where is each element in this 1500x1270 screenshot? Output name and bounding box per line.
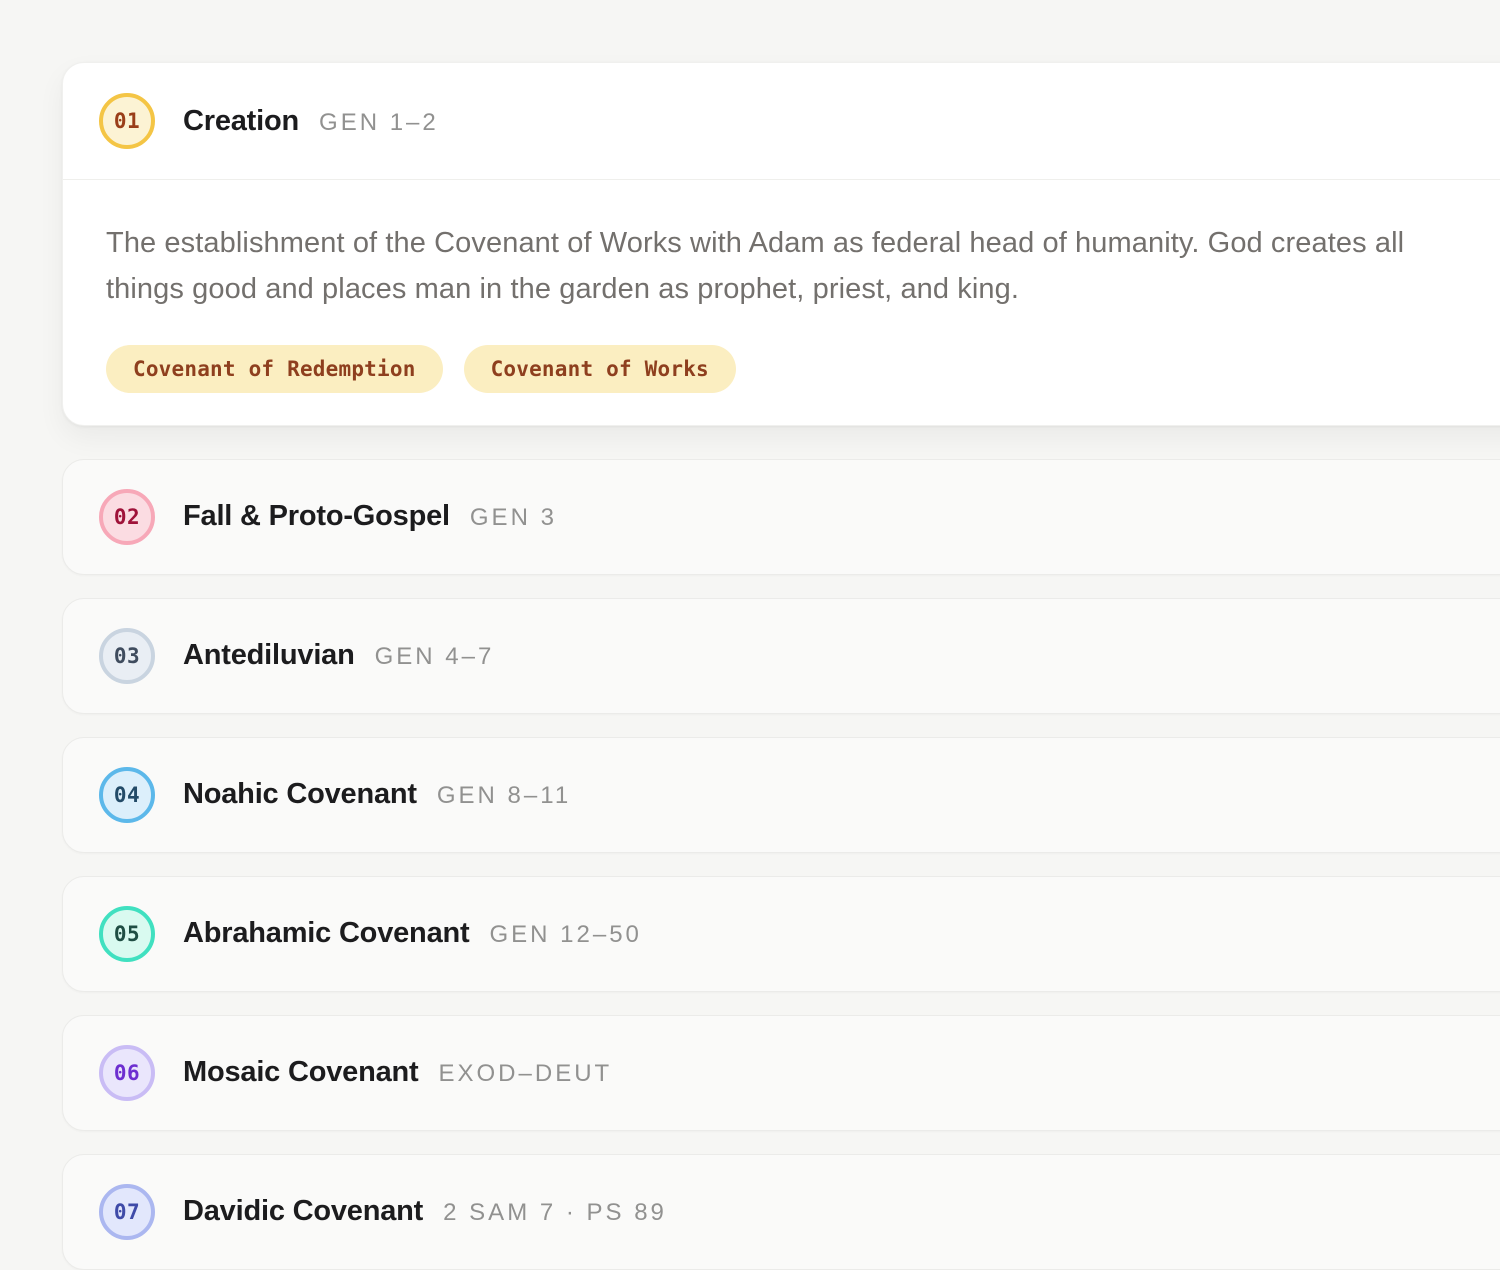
covenant-timeline-list: 01 Creation GEN 1–2 The establishment of…	[62, 62, 1500, 1270]
tag-covenant-of-redemption[interactable]: Covenant of Redemption	[106, 345, 443, 393]
scripture-ref: GEN 3	[470, 504, 557, 532]
covenant-card-antediluvian: 03 Antediluvian GEN 4–7	[62, 598, 1500, 714]
card-header[interactable]: 02 Fall & Proto-Gospel GEN 3	[63, 460, 1500, 574]
card-header[interactable]: 01 Creation GEN 1–2	[63, 63, 1500, 180]
title-row: Creation GEN 1–2	[183, 105, 439, 138]
title-row: Abrahamic Covenant GEN 12–50	[183, 917, 642, 950]
covenant-card-abrahamic: 05 Abrahamic Covenant GEN 12–50	[62, 876, 1500, 992]
covenant-card-creation: 01 Creation GEN 1–2 The establishment of…	[62, 62, 1500, 426]
number-badge: 07	[99, 1184, 155, 1240]
card-header[interactable]: 03 Antediluvian GEN 4–7	[63, 599, 1500, 713]
card-title: Noahic Covenant	[183, 778, 417, 811]
covenant-card-mosaic: 06 Mosaic Covenant EXOD–DEUT	[62, 1015, 1500, 1131]
number-badge: 04	[99, 767, 155, 823]
number-badge: 05	[99, 906, 155, 962]
number-badge: 03	[99, 628, 155, 684]
card-body: The establishment of the Covenant of Wor…	[63, 180, 1500, 425]
card-header[interactable]: 05 Abrahamic Covenant GEN 12–50	[63, 877, 1500, 991]
number-badge: 01	[99, 93, 155, 149]
scripture-ref: EXOD–DEUT	[439, 1060, 613, 1088]
scripture-ref: GEN 8–11	[437, 782, 571, 810]
card-description: The establishment of the Covenant of Wor…	[106, 220, 1461, 313]
title-row: Davidic Covenant 2 SAM 7 · PS 89	[183, 1195, 667, 1228]
scripture-ref: GEN 4–7	[375, 643, 495, 671]
card-title: Abrahamic Covenant	[183, 917, 469, 950]
number-badge: 06	[99, 1045, 155, 1101]
covenant-card-davidic: 07 Davidic Covenant 2 SAM 7 · PS 89	[62, 1154, 1500, 1270]
covenant-card-fall-proto-gospel: 02 Fall & Proto-Gospel GEN 3	[62, 459, 1500, 575]
card-header[interactable]: 07 Davidic Covenant 2 SAM 7 · PS 89	[63, 1155, 1500, 1269]
card-title: Davidic Covenant	[183, 1195, 423, 1228]
tag-covenant-of-works[interactable]: Covenant of Works	[464, 345, 736, 393]
card-title: Antediluvian	[183, 639, 355, 672]
scripture-ref: 2 SAM 7 · PS 89	[443, 1199, 667, 1227]
tag-list: Covenant of Redemption Covenant of Works	[106, 345, 1500, 393]
card-title: Creation	[183, 105, 299, 138]
scripture-ref: GEN 12–50	[489, 921, 641, 949]
card-title: Fall & Proto-Gospel	[183, 500, 450, 533]
covenant-card-noahic: 04 Noahic Covenant GEN 8–11	[62, 737, 1500, 853]
title-row: Mosaic Covenant EXOD–DEUT	[183, 1056, 612, 1089]
card-title: Mosaic Covenant	[183, 1056, 419, 1089]
card-header[interactable]: 06 Mosaic Covenant EXOD–DEUT	[63, 1016, 1500, 1130]
title-row: Fall & Proto-Gospel GEN 3	[183, 500, 557, 533]
card-header[interactable]: 04 Noahic Covenant GEN 8–11	[63, 738, 1500, 852]
number-badge: 02	[99, 489, 155, 545]
scripture-ref: GEN 1–2	[319, 109, 439, 137]
title-row: Antediluvian GEN 4–7	[183, 639, 494, 672]
title-row: Noahic Covenant GEN 8–11	[183, 778, 571, 811]
